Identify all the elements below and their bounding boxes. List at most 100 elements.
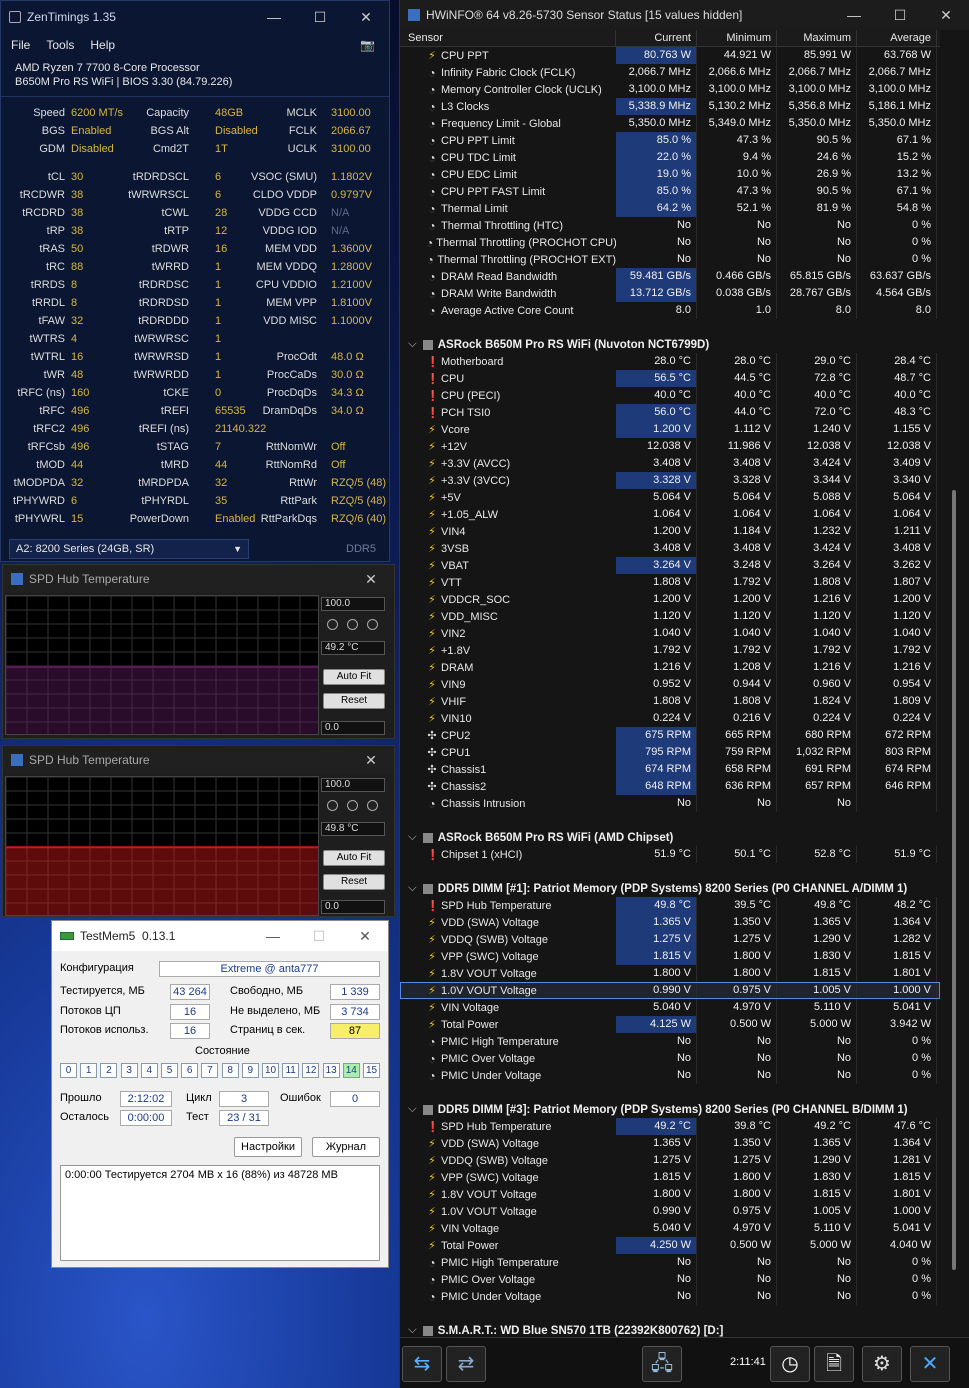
graph-min[interactable]: 0.0 bbox=[321, 721, 385, 735]
sensor-row[interactable]: ⚡ VIN10 0.224 V 0.216 V 0.224 V 0.224 V bbox=[400, 710, 940, 727]
sensor-row[interactable]: ⚡ 3VSB 3.408 V 3.408 V 3.424 V 3.408 V bbox=[400, 540, 940, 557]
graph-max[interactable]: 100.0 bbox=[321, 778, 385, 792]
sensor-row[interactable]: ⚡ VDDQ (SWB) Voltage 1.275 V 1.275 V 1.290 V… bbox=[400, 931, 940, 948]
sensor-row[interactable]: ⚡ 1.8V VOUT Voltage 1.800 V 1.800 V 1.815 V1… bbox=[400, 1186, 940, 1203]
sensor-row[interactable]: ❗ CPU 56.5 °C 44.5 °C 72.8 °C 48.7 °C bbox=[400, 370, 940, 387]
sensor-row[interactable]: ❗ SPD Hub Temperature 49.8 °C 39.5 °C 49.8 °… bbox=[400, 897, 940, 914]
gear-icon[interactable]: ⚙ bbox=[862, 1346, 902, 1382]
sensor-group[interactable]: ⌵ S.M.A.R.T.: WD Blue SN570 1TB (22392K80… bbox=[400, 1322, 940, 1337]
sensor-row[interactable]: ⚡ VIN2 1.040 V 1.040 V 1.040 V 1.040 V bbox=[400, 625, 940, 642]
menu-help[interactable]: Help bbox=[90, 38, 115, 52]
sensor-row[interactable]: ◔ PMIC Over Voltage No No No 0 % bbox=[400, 1050, 940, 1067]
sensor-row[interactable]: ⚡ VDDQ (SWB) Voltage 1.275 V 1.275 V 1.290 V… bbox=[400, 1152, 940, 1169]
close-button[interactable]: ✕ bbox=[342, 928, 388, 945]
sensor-row[interactable]: ⚡ +3.3V (3VCC) 3.328 V 3.328 V 3.344 V 3.340 … bbox=[400, 472, 940, 489]
sensor-row[interactable]: ◔ Chassis Intrusion No No No bbox=[400, 795, 940, 812]
sensor-row[interactable]: ◔ Memory Controller Clock (UCLK) 3,100.0 M… bbox=[400, 81, 940, 98]
sensor-row[interactable]: ◔ L3 Clocks 5,338.9 MHz 5,130.2 MHz 5,356.8 … bbox=[400, 98, 940, 115]
arrows-collapse-icon[interactable]: ⇄ bbox=[446, 1346, 486, 1382]
log-area[interactable]: 0:00:00 Тестируется 2704 MB x 16 (88%) и… bbox=[60, 1165, 380, 1261]
journal-button[interactable]: Журнал bbox=[312, 1137, 380, 1157]
sensor-row[interactable]: ❗ Chipset 1 (xHCI) 51.9 °C 50.1 °C 52.8 °C 51… bbox=[400, 846, 940, 863]
scrollbar-thumb[interactable] bbox=[952, 490, 956, 1270]
chevron-down-icon[interactable]: ⌵ bbox=[408, 831, 417, 844]
close-button[interactable]: ✕ bbox=[348, 752, 394, 769]
sensor-row[interactable]: ⚡ +3.3V (AVCC) 3.408 V 3.408 V 3.424 V 3.409 … bbox=[400, 455, 940, 472]
arrows-lr-icon[interactable]: ⇆ bbox=[402, 1346, 442, 1382]
sensor-row[interactable]: ⚡ DRAM 1.216 V 1.208 V 1.216 V 1.216 V bbox=[400, 659, 940, 676]
col-maximum[interactable]: Maximum bbox=[777, 30, 857, 46]
sensor-row[interactable]: ⚡ VBAT 3.264 V 3.248 V 3.264 V 3.262 V bbox=[400, 557, 940, 574]
sensor-row[interactable]: ◔ Thermal Throttling (PROCHOT CPU) No No No 0… bbox=[400, 234, 940, 251]
sensor-row[interactable]: ◔ Thermal Limit 64.2 % 52.1 % 81.9 % 54.8 % bbox=[400, 200, 940, 217]
minimize-button[interactable]: — bbox=[250, 928, 296, 944]
spd-titlebar[interactable]: SPD Hub Temperature ✕ bbox=[3, 746, 394, 774]
menu-file[interactable]: File bbox=[11, 38, 30, 52]
sensor-row[interactable]: ◔ CPU TDC Limit 22.0 % 9.4 % 24.6 % 15.2 % bbox=[400, 149, 940, 166]
sensor-row[interactable]: ⚡ VIN Voltage 5.040 V 4.970 V 5.110 V 5.041 V bbox=[400, 999, 940, 1016]
sensor-row[interactable]: ❗ Motherboard 28.0 °C 28.0 °C 29.0 °C 28.4 °C bbox=[400, 353, 940, 370]
scrollbar[interactable] bbox=[943, 30, 967, 1335]
graph-min[interactable]: 0.0 bbox=[321, 900, 385, 914]
sensor-row[interactable]: ◔ Thermal Throttling (HTC) No No No 0 % bbox=[400, 217, 940, 234]
sensor-row[interactable]: ✣ CPU2 675 RPM 665 RPM 680 RPM 672 RPM bbox=[400, 727, 940, 744]
radio-3[interactable] bbox=[367, 619, 378, 630]
sensor-row[interactable]: ◔ Thermal Throttling (PROCHOT EXT) No No No 0… bbox=[400, 251, 940, 268]
camera-icon[interactable]: 📷 bbox=[360, 38, 375, 52]
sensor-row[interactable]: ◔ Frequency Limit - Global 5,350.0 MHz 5,34… bbox=[400, 115, 940, 132]
col-current[interactable]: Current bbox=[616, 30, 697, 46]
sensor-row[interactable]: ◔ DRAM Write Bandwidth 13.712 GB/s 0.038 GB… bbox=[400, 285, 940, 302]
sensor-row[interactable]: ⚡ +12V 12.038 V 11.986 V 12.038 V 12.038 V bbox=[400, 438, 940, 455]
sensor-row[interactable]: ◔ CPU PPT Limit 85.0 % 47.3 % 90.5 % 67.1 % bbox=[400, 132, 940, 149]
sensor-row[interactable]: ❗ CPU (PECI) 40.0 °C 40.0 °C 40.0 °C 40.0 °C bbox=[400, 387, 940, 404]
sensor-row[interactable]: ◔ CPU EDC Limit 19.0 % 10.0 % 26.9 % 13.2 % bbox=[400, 166, 940, 183]
radio-2[interactable] bbox=[347, 619, 358, 630]
auto-fit-button[interactable]: Auto Fit bbox=[323, 669, 385, 685]
sensor-row[interactable]: ◔ CPU PPT FAST Limit 85.0 % 47.3 % 90.5 % 67.… bbox=[400, 183, 940, 200]
reset-button[interactable]: Reset bbox=[323, 693, 385, 709]
sensor-row[interactable]: ⚡ +1.05_ALW 1.064 V 1.064 V 1.064 V 1.064 V bbox=[400, 506, 940, 523]
sensor-row[interactable]: ◔ PMIC Under Voltage No No No 0 % bbox=[400, 1067, 940, 1084]
sensor-group[interactable]: ⌵ ASRock B650M Pro RS WiFi (AMD Chipset) bbox=[400, 829, 940, 846]
sensor-row[interactable]: ⚡ CPU PPT 80.763 W 44.921 W 85.991 W 63.768 W bbox=[400, 47, 940, 64]
sensor-row[interactable]: ⚡ VHIF 1.808 V 1.808 V 1.824 V 1.809 V bbox=[400, 693, 940, 710]
dimm-select[interactable]: A2: 8200 Series (24GB, SR) ▼ bbox=[9, 539, 249, 559]
sensor-group[interactable]: ⌵ ASRock B650M Pro RS WiFi (Nuvoton NCT67… bbox=[400, 336, 940, 353]
minimize-button[interactable]: — bbox=[251, 9, 297, 25]
sensor-group[interactable]: ⌵ DDR5 DIMM [#3]: Patriot Memory (PDP Sys… bbox=[400, 1101, 940, 1118]
col-minimum[interactable]: Minimum bbox=[697, 30, 777, 46]
maximize-button[interactable]: ☐ bbox=[877, 7, 923, 24]
sensor-row[interactable]: ⚡ VDD (SWA) Voltage 1.365 V 1.350 V 1.365 V1… bbox=[400, 1135, 940, 1152]
spd-titlebar[interactable]: SPD Hub Temperature ✕ bbox=[3, 565, 394, 593]
hwinfo-titlebar[interactable]: HWiNFO® 64 v8.26-5730 Sensor Status [15 … bbox=[400, 0, 969, 30]
chevron-down-icon[interactable]: ⌵ bbox=[408, 338, 417, 351]
sensor-row[interactable]: ◔ PMIC Under Voltage No No No 0 % bbox=[400, 1288, 940, 1305]
sensor-row[interactable]: ⚡ VIN Voltage 5.040 V 4.970 V 5.110 V 5.041 V bbox=[400, 1220, 940, 1237]
minimize-button[interactable]: — bbox=[831, 7, 877, 23]
reset-button[interactable]: Reset bbox=[323, 874, 385, 890]
sensor-row[interactable]: ⚡ +5V 5.064 V 5.064 V 5.088 V 5.064 V bbox=[400, 489, 940, 506]
chevron-down-icon[interactable]: ⌵ bbox=[408, 1103, 417, 1116]
sensor-row[interactable]: ⚡ VIN4 1.200 V 1.184 V 1.232 V 1.211 V bbox=[400, 523, 940, 540]
testmem-titlebar[interactable]: TestMem5 0.13.1 — ☐ ✕ bbox=[52, 921, 388, 951]
sensor-row[interactable]: ⚡ VTT 1.808 V 1.792 V 1.808 V 1.807 V bbox=[400, 574, 940, 591]
sensor-row[interactable]: ◔ PMIC Over Voltage No No No 0 % bbox=[400, 1271, 940, 1288]
report-add-icon[interactable]: 🗎 bbox=[814, 1346, 854, 1382]
maximize-button[interactable]: ☐ bbox=[297, 9, 343, 26]
sensor-row[interactable]: ◔ Infinity Fabric Clock (FCLK) 2,066.7 MHz… bbox=[400, 64, 940, 81]
radio-1[interactable] bbox=[327, 800, 338, 811]
graph-max[interactable]: 100.0 bbox=[321, 597, 385, 611]
chevron-down-icon[interactable]: ⌵ bbox=[408, 1324, 417, 1337]
sensor-row[interactable]: ◔ PMIC High Temperature No No No 0 % bbox=[400, 1254, 940, 1271]
col-sensor[interactable]: Sensor bbox=[400, 30, 616, 46]
network-icon[interactable]: 🖧 bbox=[642, 1346, 682, 1382]
sensor-row[interactable]: ◔ PMIC High Temperature No No No 0 % bbox=[400, 1033, 940, 1050]
menu-tools[interactable]: Tools bbox=[46, 38, 74, 52]
sensor-row[interactable]: ✣ CPU1 795 RPM 759 RPM 1,032 RPM 803 RPM bbox=[400, 744, 940, 761]
sensor-row[interactable]: ◔ Average Active Core Count 8.0 1.0 8.0 8.0 bbox=[400, 302, 940, 319]
auto-fit-button[interactable]: Auto Fit bbox=[323, 850, 385, 866]
chevron-down-icon[interactable]: ⌵ bbox=[408, 882, 417, 895]
sensor-group[interactable]: ⌵ DDR5 DIMM [#1]: Patriot Memory (PDP Sys… bbox=[400, 880, 940, 897]
sensor-row[interactable]: ◔ DRAM Read Bandwidth 59.481 GB/s 0.466 GB/… bbox=[400, 268, 940, 285]
sensor-row[interactable]: ⚡ 1.0V VOUT Voltage 0.990 V 0.975 V 1.005 V1… bbox=[400, 1203, 940, 1220]
